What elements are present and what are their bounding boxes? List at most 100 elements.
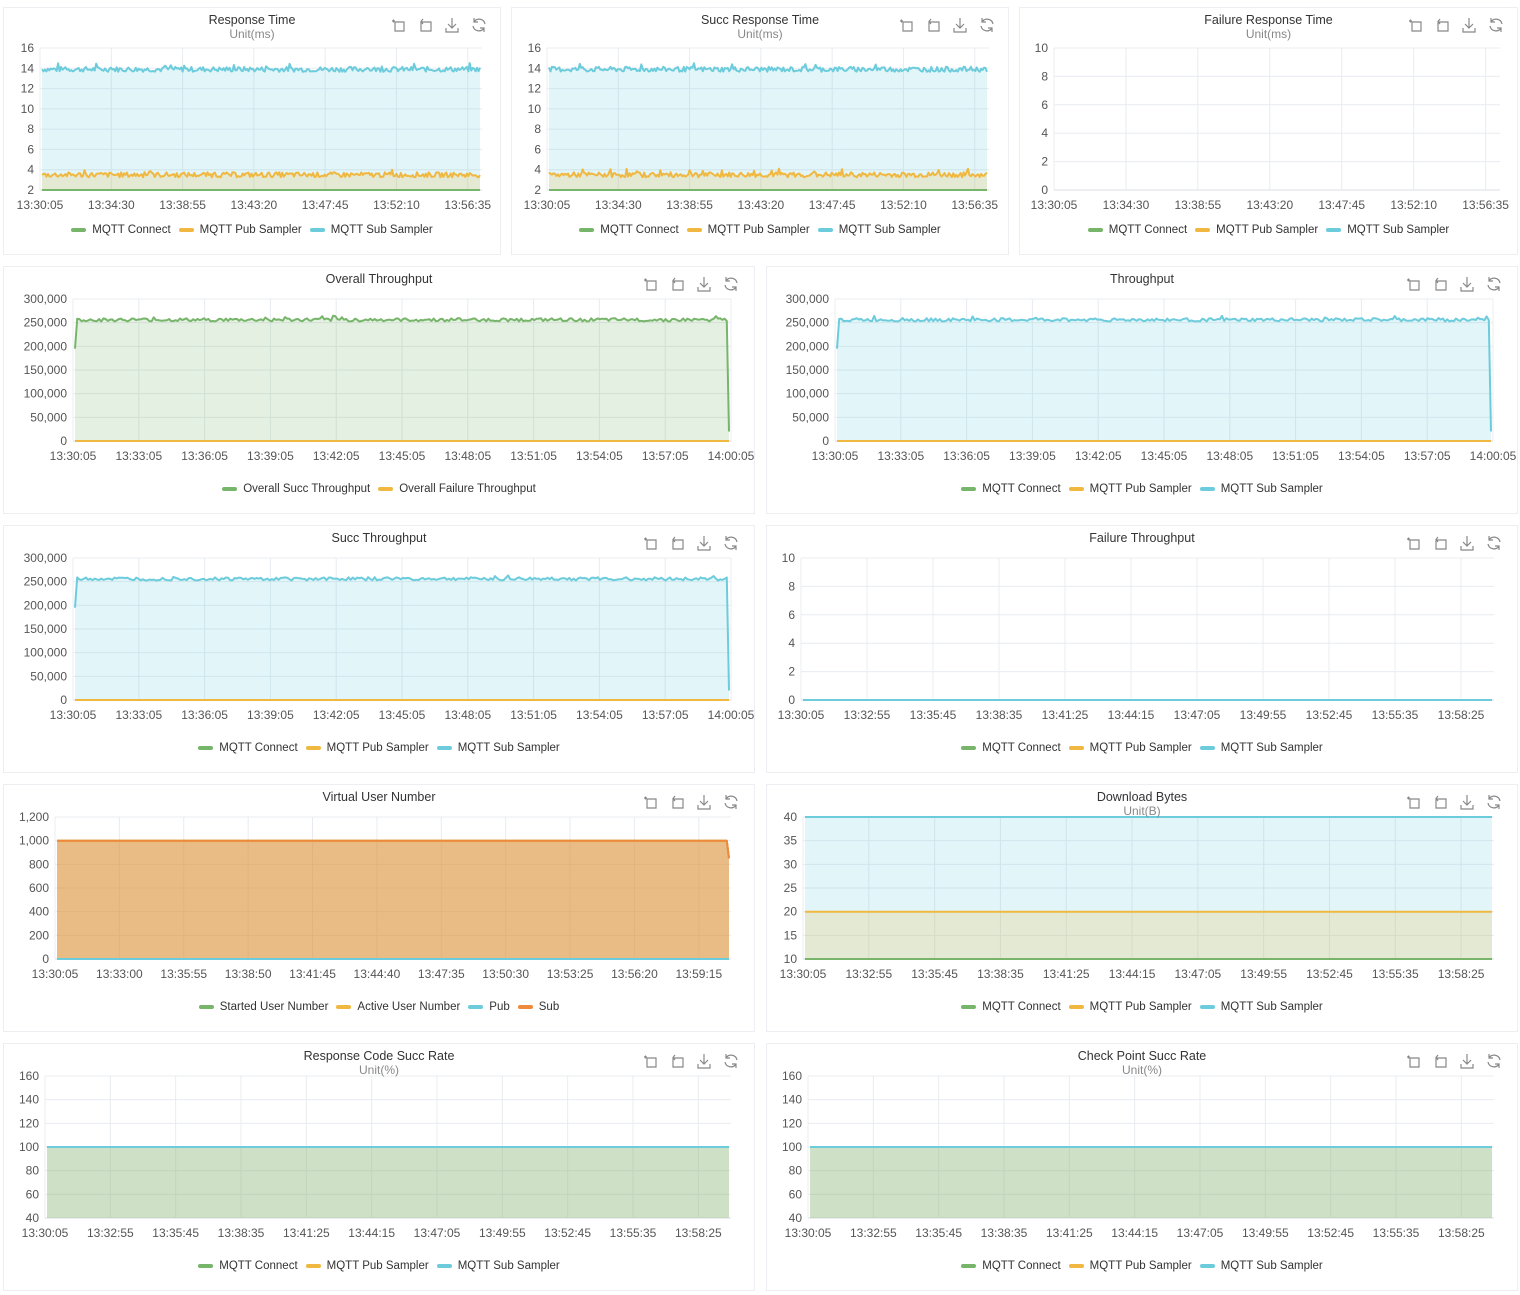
download-button[interactable] (695, 793, 713, 811)
legend-item[interactable]: MQTT Connect (71, 224, 171, 236)
legend-item[interactable]: MQTT Connect (579, 224, 679, 236)
y-tick-label: 100 (19, 1140, 39, 1154)
download-button[interactable] (1458, 275, 1476, 293)
restore-icon (672, 277, 684, 291)
legend-item[interactable]: Started User Number (198, 1001, 328, 1013)
legend-item[interactable]: MQTT Connect (1087, 224, 1187, 236)
legend-label: MQTT Pub Sampler (1089, 742, 1192, 754)
legend-swatch (817, 228, 833, 232)
zoom-button[interactable] (1404, 1052, 1422, 1070)
y-tick-label: 300,000 (786, 292, 830, 306)
restore-button[interactable] (668, 793, 686, 811)
refresh-button[interactable] (722, 793, 740, 811)
legend-item[interactable]: MQTT Connect (961, 1001, 1061, 1013)
legend-item[interactable]: MQTT Connect (961, 742, 1061, 754)
legend-item[interactable]: MQTT Connect (198, 1260, 298, 1272)
legend-item[interactable]: MQTT Sub Sampler (436, 1260, 560, 1272)
zoom-button[interactable] (641, 275, 659, 293)
x-tick-label: 13:52:45 (1306, 708, 1353, 722)
legend-item[interactable]: MQTT Pub Sampler (305, 742, 429, 754)
refresh-button[interactable] (1487, 16, 1505, 34)
download-button[interactable] (1458, 1052, 1476, 1070)
download-button[interactable] (1458, 793, 1476, 811)
download-button[interactable] (1460, 16, 1478, 34)
legend-item[interactable]: MQTT Pub Sampler (1068, 483, 1192, 495)
legend-item[interactable]: MQTT Sub Sampler (817, 224, 941, 236)
legend-item[interactable]: MQTT Sub Sampler (309, 224, 433, 236)
download-button[interactable] (951, 16, 969, 34)
restore-button[interactable] (416, 16, 434, 34)
zoom-button[interactable] (1406, 16, 1424, 34)
legend-item[interactable]: Sub (517, 1001, 559, 1013)
restore-button[interactable] (668, 534, 686, 552)
refresh-button[interactable] (722, 1052, 740, 1070)
refresh-button[interactable] (978, 16, 996, 34)
restore-button[interactable] (1431, 1052, 1449, 1070)
refresh-button[interactable] (1485, 275, 1503, 293)
restore-button[interactable] (668, 1052, 686, 1070)
legend-item[interactable]: MQTT Sub Sampler (1199, 1260, 1323, 1272)
y-tick-label: 150,000 (24, 363, 68, 377)
legend-item[interactable]: MQTT Pub Sampler (305, 1260, 429, 1272)
legend-swatch (436, 746, 452, 750)
refresh-icon (724, 1054, 738, 1068)
y-tick-label: 35 (784, 834, 798, 848)
zoom-button[interactable] (1404, 275, 1422, 293)
download-button[interactable] (695, 275, 713, 293)
chart-panel-response-time: 2 4 6 8 10 12 14 16 13:30:05 13:34:30 13:38:55 13:4… (3, 7, 501, 255)
refresh-button[interactable] (1485, 1052, 1503, 1070)
y-tick-label: 10 (1035, 41, 1049, 55)
y-tick-label: 140 (19, 1093, 39, 1107)
x-tick-label: 13:45:05 (379, 708, 426, 722)
legend-item[interactable]: MQTT Pub Sampler (1068, 1001, 1192, 1013)
restore-button[interactable] (924, 16, 942, 34)
download-button[interactable] (1458, 534, 1476, 552)
legend-item[interactable]: Overall Failure Throughput (378, 483, 536, 495)
legend-item[interactable]: MQTT Sub Sampler (1326, 224, 1449, 236)
legend-item[interactable]: MQTT Connect (198, 742, 298, 754)
legend-item[interactable]: MQTT Pub Sampler (1195, 224, 1318, 236)
zoom-button[interactable] (641, 1052, 659, 1070)
refresh-button[interactable] (1485, 793, 1503, 811)
zoom-button[interactable] (641, 534, 659, 552)
restore-button[interactable] (1433, 16, 1451, 34)
legend-item[interactable]: MQTT Pub Sampler (1068, 1260, 1192, 1272)
chart-legend: MQTT Connect MQTT Pub Sampler MQTT Sub Sam… (767, 482, 1517, 495)
legend-item[interactable]: MQTT Sub Sampler (1199, 1001, 1323, 1013)
restore-button[interactable] (1431, 534, 1449, 552)
legend-item[interactable]: MQTT Sub Sampler (1199, 742, 1323, 754)
y-tick-label: 25 (784, 881, 798, 895)
restore-button[interactable] (668, 275, 686, 293)
download-button[interactable] (695, 534, 713, 552)
legend-item[interactable]: MQTT Connect (961, 1260, 1061, 1272)
refresh-button[interactable] (470, 16, 488, 34)
zoom-button[interactable] (1404, 534, 1422, 552)
restore-button[interactable] (1431, 275, 1449, 293)
zoom-button[interactable] (897, 16, 915, 34)
legend-item[interactable]: MQTT Pub Sampler (686, 224, 810, 236)
legend-item[interactable]: Pub (468, 1001, 510, 1013)
legend-item[interactable]: Active User Number (336, 1001, 460, 1013)
legend-item[interactable]: MQTT Connect (961, 483, 1061, 495)
x-tick-label: 13:48:05 (444, 708, 491, 722)
refresh-icon (724, 795, 738, 809)
download-button[interactable] (443, 16, 461, 34)
zoom-button[interactable] (389, 16, 407, 34)
legend-item[interactable]: MQTT Sub Sampler (436, 742, 560, 754)
refresh-button[interactable] (1485, 534, 1503, 552)
chart-toolbox (1404, 1052, 1503, 1070)
zoom-button[interactable] (1404, 793, 1422, 811)
download-button[interactable] (695, 1052, 713, 1070)
legend-item[interactable]: MQTT Sub Sampler (1199, 483, 1323, 495)
legend-item[interactable]: MQTT Pub Sampler (1068, 742, 1192, 754)
refresh-button[interactable] (722, 534, 740, 552)
restore-icon (928, 18, 940, 32)
legend-label: MQTT Sub Sampler (330, 224, 433, 236)
x-tick-label: 13:56:20 (611, 967, 658, 981)
x-tick-label: 13:48:05 (1206, 449, 1253, 463)
legend-item[interactable]: Overall Succ Throughput (222, 483, 370, 495)
restore-button[interactable] (1431, 793, 1449, 811)
zoom-button[interactable] (641, 793, 659, 811)
legend-item[interactable]: MQTT Pub Sampler (178, 224, 302, 236)
refresh-button[interactable] (722, 275, 740, 293)
